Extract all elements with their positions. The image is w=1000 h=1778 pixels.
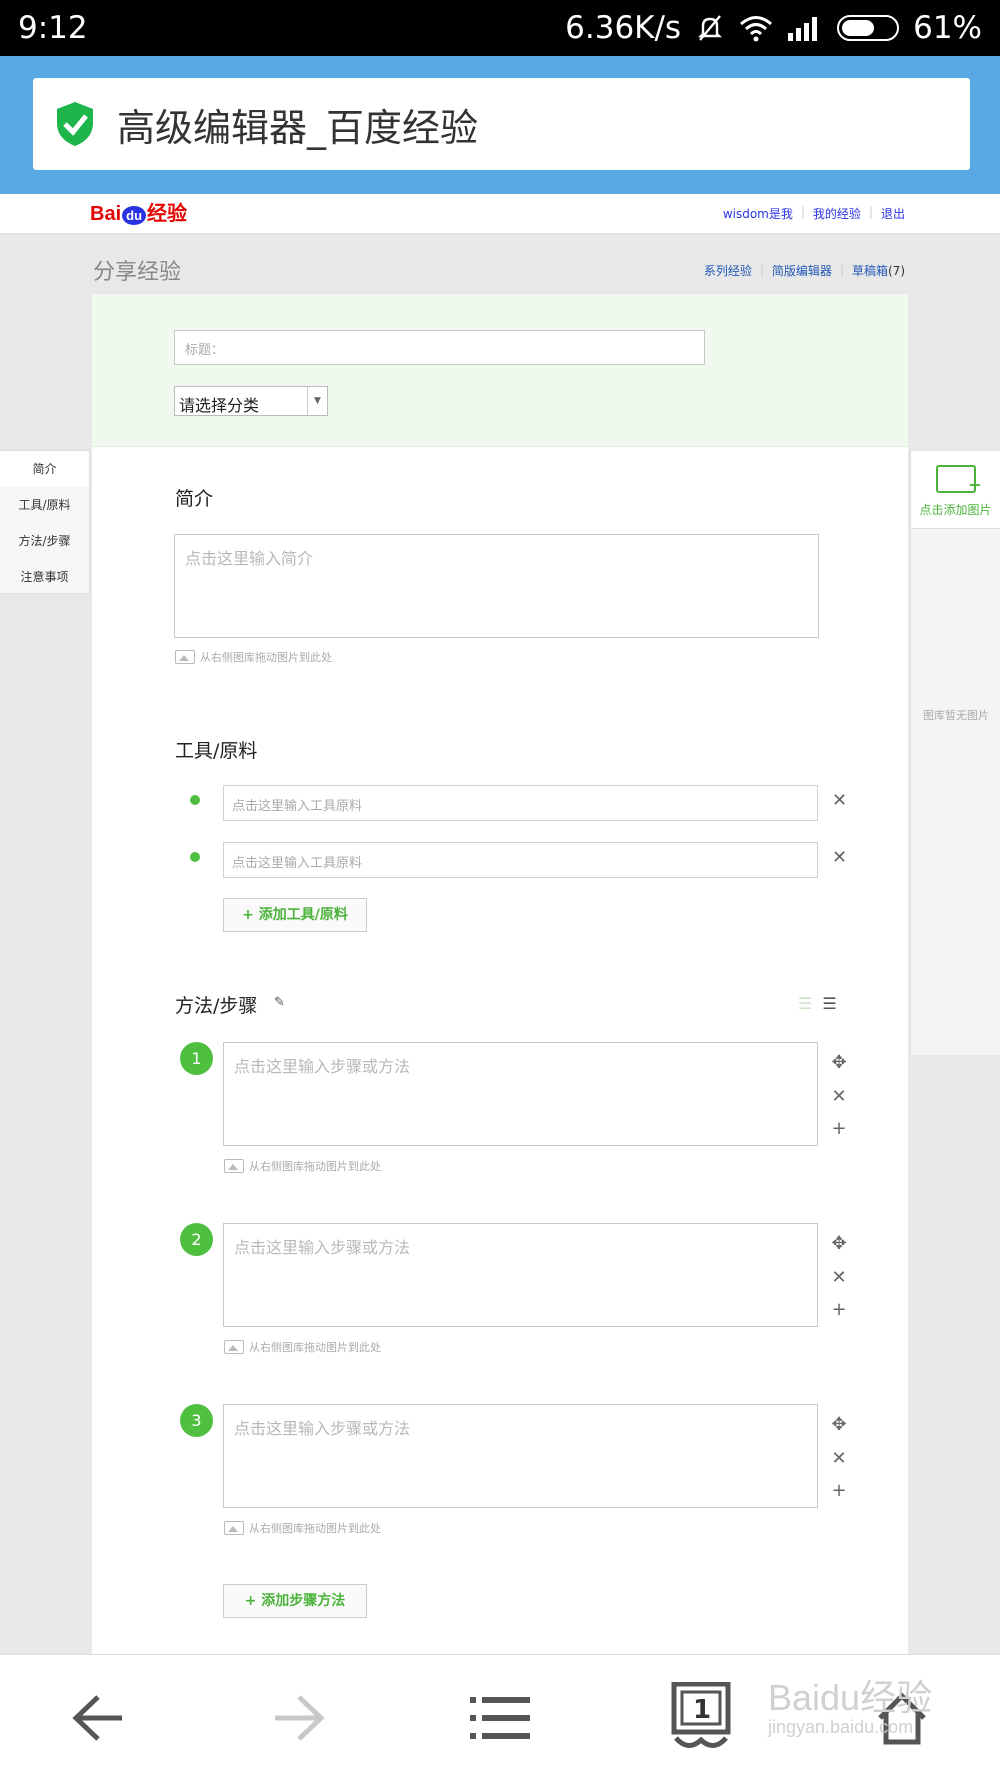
gallery-empty-text: 图库暂无图片 bbox=[923, 709, 989, 722]
link-logout[interactable]: 退出 bbox=[881, 205, 905, 222]
insert-step-icon[interactable]: + bbox=[829, 1480, 849, 1501]
pencil-icon[interactable]: ✎ bbox=[274, 995, 285, 1010]
link-series[interactable]: 系列经验 bbox=[704, 262, 752, 279]
move-icon[interactable]: ✥ bbox=[829, 1052, 849, 1073]
user-links: wisdom是我 | 我的经验 | 退出 bbox=[722, 205, 905, 222]
image-icon bbox=[224, 1340, 244, 1354]
dropdown-arrow-icon: ▼ bbox=[307, 387, 327, 415]
move-icon[interactable]: ✥ bbox=[829, 1414, 849, 1435]
title-input[interactable]: 标题： bbox=[174, 330, 705, 365]
tabs-button[interactable]: 1 bbox=[656, 1682, 746, 1753]
remove-step-icon[interactable]: ✕ bbox=[829, 1448, 849, 1469]
menu-button[interactable] bbox=[455, 1683, 545, 1753]
signal-icon bbox=[788, 17, 818, 41]
tools-heading: 工具/原料 bbox=[175, 740, 258, 762]
editor-card: 标题： 请选择分类 ▼ 简介 点击这里输入简介 从右侧图库拖动图片到此处 工具/… bbox=[92, 294, 908, 1654]
category-select[interactable]: 请选择分类 ▼ bbox=[174, 386, 328, 416]
remove-tool-2-icon[interactable]: ✕ bbox=[832, 847, 847, 868]
baidu-logo[interactable]: Bai du 经验 bbox=[90, 197, 187, 226]
list-style-toggle: ☰ ☰ bbox=[798, 994, 837, 1013]
ordered-list-icon[interactable]: ☰ bbox=[798, 994, 812, 1013]
paw-icon: du bbox=[122, 206, 147, 225]
bullet-dot bbox=[190, 795, 200, 805]
bell-muted-icon bbox=[698, 15, 722, 41]
step-number: 3 bbox=[180, 1404, 213, 1437]
url-bar[interactable]: 高级编辑器_百度经验 bbox=[33, 78, 970, 170]
add-step-button[interactable]: + 添加步骤方法 bbox=[223, 1584, 367, 1618]
baidu-watermark: Baidu经验 jingyan.baidu.com bbox=[768, 1677, 933, 1737]
remove-tool-1-icon[interactable]: ✕ bbox=[832, 790, 847, 811]
step-input-2[interactable]: 点击这里输入步骤或方法 bbox=[223, 1223, 818, 1327]
page-title: 高级编辑器_百度经验 bbox=[117, 105, 479, 150]
unordered-list-icon[interactable]: ☰ bbox=[822, 994, 836, 1013]
link-my-experience[interactable]: 我的经验 bbox=[813, 205, 861, 222]
insert-step-icon[interactable]: + bbox=[829, 1118, 849, 1139]
net-speed: 6.36K/s bbox=[565, 10, 682, 46]
section-nav: 简介 工具/原料 方法/步骤 注意事项 bbox=[0, 450, 90, 594]
step-number: 1 bbox=[180, 1042, 213, 1075]
link-username[interactable]: wisdom是我 bbox=[723, 205, 793, 222]
link-drafts[interactable]: 草稿箱(7) bbox=[852, 262, 905, 279]
step-drag-hint: 从右侧图库拖动图片到此处 bbox=[224, 1158, 381, 1174]
battery-icon bbox=[837, 15, 900, 41]
nav-item-notes[interactable]: 注意事项 bbox=[0, 559, 89, 595]
share-experience-title: 分享经验 bbox=[93, 260, 182, 285]
status-time: 9:12 bbox=[18, 10, 88, 46]
title-section: 标题： 请选择分类 ▼ bbox=[92, 294, 908, 447]
nav-item-steps[interactable]: 方法/步骤 bbox=[0, 523, 89, 559]
add-image-button[interactable]: 点击添加图片 bbox=[911, 451, 1000, 529]
back-arrow-icon bbox=[72, 1695, 122, 1741]
add-tool-button[interactable]: + 添加工具/原料 bbox=[223, 898, 367, 932]
insert-step-icon[interactable]: + bbox=[829, 1299, 849, 1320]
step-number: 2 bbox=[180, 1223, 213, 1256]
forward-arrow-icon bbox=[275, 1695, 325, 1741]
nav-item-intro[interactable]: 简介 bbox=[0, 451, 89, 487]
tool-input-2[interactable]: 点击这里输入工具原料 bbox=[223, 842, 818, 878]
intro-drag-hint: 从右侧图库拖动图片到此处 bbox=[175, 649, 332, 665]
step-input-1[interactable]: 点击这里输入步骤或方法 bbox=[223, 1042, 818, 1146]
image-icon bbox=[175, 650, 195, 664]
add-image-icon bbox=[935, 465, 982, 493]
step-input-3[interactable]: 点击这里输入步骤或方法 bbox=[223, 1404, 818, 1508]
image-icon bbox=[224, 1159, 244, 1173]
back-button[interactable] bbox=[53, 1683, 143, 1753]
intro-textarea[interactable]: 点击这里输入简介 bbox=[174, 534, 819, 638]
tab-count: 1 bbox=[693, 1695, 712, 1725]
bullet-dot bbox=[190, 852, 200, 862]
link-simple-editor[interactable]: 简版编辑器 bbox=[772, 262, 832, 279]
image-icon bbox=[224, 1521, 244, 1535]
battery-percent: 61% bbox=[913, 10, 982, 46]
step-drag-hint: 从右侧图库拖动图片到此处 bbox=[224, 1520, 381, 1536]
intro-heading: 简介 bbox=[175, 488, 214, 510]
menu-icon bbox=[470, 1697, 530, 1739]
site-header: Bai du 经验 wisdom是我 | 我的经验 | 退出 bbox=[0, 194, 1000, 234]
step-drag-hint: 从右侧图库拖动图片到此处 bbox=[224, 1339, 381, 1355]
tool-input-1[interactable]: 点击这里输入工具原料 bbox=[223, 785, 818, 821]
remove-step-icon[interactable]: ✕ bbox=[829, 1267, 849, 1288]
wifi-icon bbox=[740, 16, 773, 42]
status-bar: 9:12 6.36K/s 61% bbox=[0, 0, 1000, 56]
status-right: 6.36K/s 61% bbox=[565, 10, 982, 46]
editor-links: 系列经验 | 简版编辑器 | 草稿箱(7) bbox=[703, 262, 905, 279]
image-gallery: 点击添加图片 图库暂无图片 bbox=[910, 451, 1000, 1055]
browser-url-area: 高级编辑器_百度经验 bbox=[0, 56, 1000, 194]
browser-bottom-bar: 1 Baidu经验 jingyan.baidu.com bbox=[0, 1654, 1000, 1778]
steps-heading: 方法/步骤 bbox=[175, 995, 258, 1017]
nav-item-tools[interactable]: 工具/原料 bbox=[0, 487, 89, 523]
move-icon[interactable]: ✥ bbox=[829, 1233, 849, 1254]
forward-button[interactable] bbox=[254, 1683, 344, 1753]
shield-check-icon bbox=[57, 102, 93, 146]
remove-step-icon[interactable]: ✕ bbox=[829, 1086, 849, 1107]
